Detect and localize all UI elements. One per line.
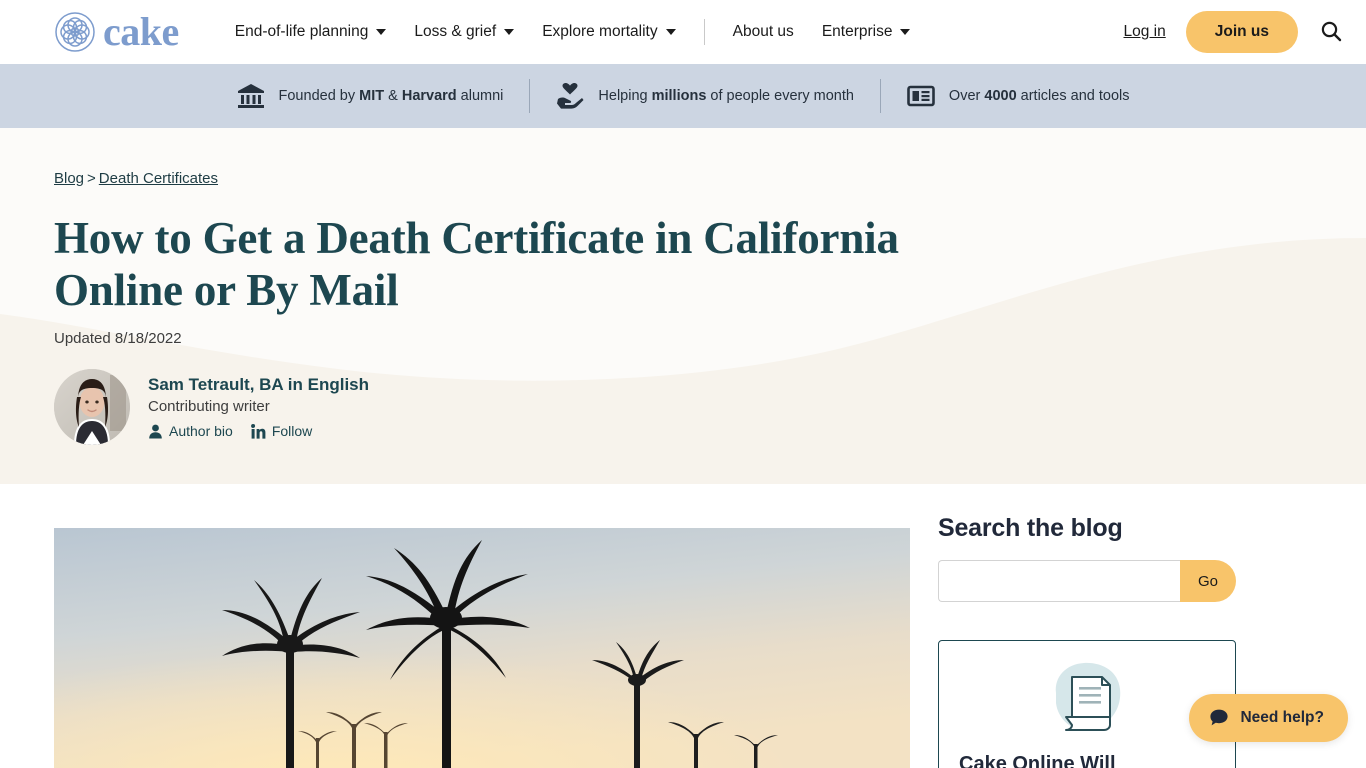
chevron-down-icon bbox=[376, 29, 387, 35]
cake-flower-logo-icon bbox=[54, 11, 96, 53]
blog-search-input[interactable] bbox=[938, 560, 1180, 602]
breadcrumb-link-blog[interactable]: Blog bbox=[54, 170, 84, 187]
chat-label: Need help? bbox=[1240, 709, 1324, 726]
blog-search-go-button[interactable]: Go bbox=[1180, 560, 1236, 602]
nav-item-loss-and-grief[interactable]: Loss & grief bbox=[400, 23, 528, 41]
nav-label: Loss & grief bbox=[414, 23, 497, 40]
blog-search-form: Go bbox=[938, 560, 1236, 602]
person-icon bbox=[148, 424, 163, 439]
trust-banner: Founded by MIT & Harvard alumni Helping … bbox=[0, 64, 1366, 128]
join-us-button[interactable]: Join us bbox=[1185, 11, 1298, 53]
search-toggle-button[interactable] bbox=[1318, 19, 1344, 45]
nav-item-about-us[interactable]: About us bbox=[719, 23, 808, 41]
chat-bubble-icon bbox=[1209, 708, 1229, 728]
author-avatar bbox=[54, 369, 130, 446]
trust-text: Over 4000 articles and tools bbox=[948, 88, 1130, 104]
primary-nav-links: End-of-life planning Loss & grief Explor… bbox=[221, 19, 925, 45]
trust-item-reach: Helping millions of people every month bbox=[530, 83, 880, 109]
article-main-column bbox=[54, 484, 910, 768]
nav-label: About us bbox=[732, 23, 794, 40]
breadcrumb-separator: > bbox=[87, 170, 96, 187]
author-name: Sam Tetrault, BA in English bbox=[148, 375, 370, 395]
linkedin-icon bbox=[250, 423, 266, 439]
promo-title: Cake Online Will bbox=[959, 753, 1116, 768]
top-navigation-bar: cake End-of-life planning Loss & grief E… bbox=[0, 0, 1366, 64]
cake-logo[interactable]: cake bbox=[54, 11, 179, 53]
author-bio-link[interactable]: Author bio bbox=[148, 423, 233, 439]
cake-wordmark: cake bbox=[103, 9, 179, 54]
articles-list-icon bbox=[907, 83, 935, 109]
nav-item-end-of-life-planning[interactable]: End-of-life planning bbox=[221, 23, 401, 41]
author-follow-label: Follow bbox=[271, 423, 313, 440]
chevron-down-icon bbox=[504, 29, 515, 35]
trust-item-founders: Founded by MIT & Harvard alumni bbox=[211, 83, 530, 109]
author-bio-label: Author bio bbox=[169, 423, 233, 440]
chevron-down-icon bbox=[900, 29, 911, 35]
page-content: Search the blog Go Cake Online Will bbox=[0, 484, 1366, 768]
need-help-chat-button[interactable]: Need help? bbox=[1189, 694, 1348, 742]
author-links: Author bio Follow bbox=[148, 423, 369, 439]
article-hero-section: Blog > Death Certificates How to Get a Dea… bbox=[0, 128, 1366, 484]
nav-divider bbox=[703, 19, 705, 45]
trust-item-articles: Over 4000 articles and tools bbox=[881, 83, 1156, 109]
trust-text: Founded by MIT & Harvard alumni bbox=[278, 88, 504, 104]
trust-text: Helping millions of people every month bbox=[598, 88, 854, 104]
search-the-blog-heading: Search the blog bbox=[938, 514, 1123, 542]
log-in-link[interactable]: Log in bbox=[1124, 23, 1166, 41]
cake-online-will-promo-card[interactable]: Cake Online Will Write your will in 10 m… bbox=[938, 640, 1236, 768]
nav-label: Enterprise bbox=[821, 23, 893, 40]
author-block: Sam Tetrault, BA in English Contributing… bbox=[54, 369, 1312, 446]
nav-actions: Log in Join us bbox=[1124, 11, 1345, 53]
promo-illustration bbox=[959, 657, 1215, 743]
breadcrumb-link-death-certificates[interactable]: Death Certificates bbox=[99, 170, 218, 187]
author-role: Contributing writer bbox=[148, 398, 270, 416]
search-icon bbox=[1320, 20, 1342, 45]
chevron-down-icon bbox=[665, 29, 676, 35]
bank-columns-icon bbox=[237, 83, 265, 109]
nav-label: Explore mortality bbox=[542, 23, 658, 40]
nav-label: End-of-life planning bbox=[234, 23, 369, 40]
author-follow-link[interactable]: Follow bbox=[250, 423, 313, 440]
author-details: Sam Tetrault, BA in English Contributing… bbox=[148, 375, 369, 439]
heart-in-hand-icon bbox=[556, 83, 584, 109]
breadcrumb: Blog > Death Certificates bbox=[54, 170, 1312, 187]
nav-item-enterprise[interactable]: Enterprise bbox=[808, 23, 925, 41]
article-featured-image bbox=[54, 528, 910, 768]
updated-date: Updated 8/18/2022 bbox=[54, 330, 182, 348]
document-scroll-icon bbox=[1044, 657, 1130, 743]
nav-item-explore-mortality[interactable]: Explore mortality bbox=[528, 23, 689, 41]
page-title: How to Get a Death Certificate in Califo… bbox=[54, 213, 899, 316]
